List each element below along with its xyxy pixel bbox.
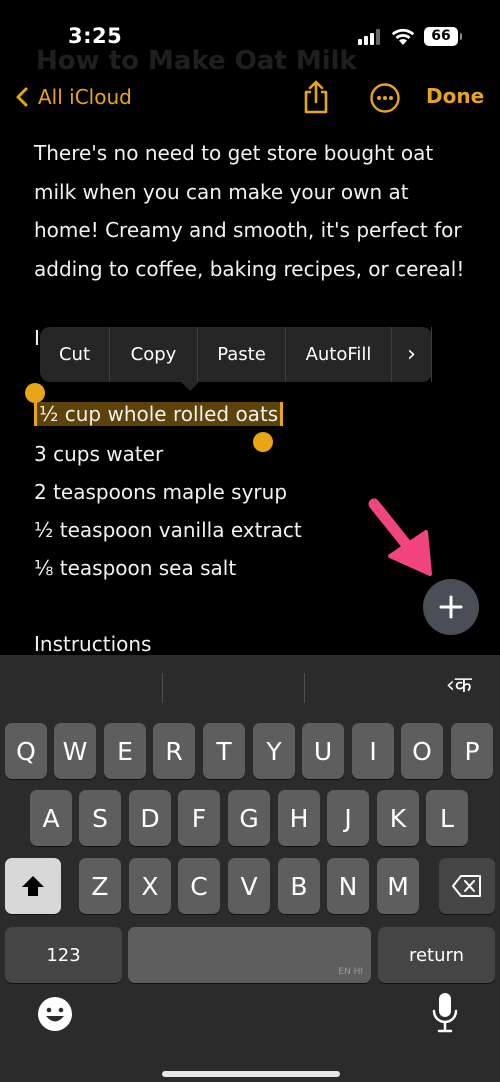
- key-w[interactable]: W: [54, 723, 96, 779]
- add-button[interactable]: [423, 579, 479, 635]
- return-key[interactable]: return: [378, 927, 495, 983]
- ingredient-line[interactable]: 3 cups water: [34, 442, 163, 466]
- keyboard: ‹क Q W E R T Y U I O P A S D F G H J K L…: [0, 655, 500, 1082]
- cellular-signal-icon: [358, 29, 382, 45]
- ingredient-line[interactable]: 2 teaspoons maple syrup: [34, 480, 287, 504]
- done-button[interactable]: Done: [426, 84, 484, 108]
- copy-button[interactable]: Copy: [110, 327, 198, 382]
- home-indicator[interactable]: [162, 1071, 340, 1077]
- key-l[interactable]: L: [426, 790, 468, 846]
- key-p[interactable]: P: [451, 723, 493, 779]
- microphone-icon[interactable]: [430, 991, 460, 1035]
- key-t[interactable]: T: [203, 723, 245, 779]
- key-a[interactable]: A: [30, 790, 72, 846]
- key-o[interactable]: O: [401, 723, 443, 779]
- pointing-arrow-icon: [368, 498, 432, 576]
- key-n[interactable]: N: [327, 858, 369, 914]
- suggestion-item[interactable]: ‹क: [446, 669, 472, 699]
- key-x[interactable]: X: [129, 858, 171, 914]
- cut-button[interactable]: Cut: [40, 327, 110, 382]
- selection-end-handle[interactable]: [253, 432, 273, 452]
- note-title-ghost: How to Make Oat Milk: [36, 46, 357, 76]
- backspace-icon: [452, 875, 481, 897]
- key-m[interactable]: M: [377, 858, 419, 914]
- suggestion-divider: [162, 673, 163, 703]
- share-icon[interactable]: [300, 78, 332, 116]
- key-e[interactable]: E: [104, 723, 146, 779]
- key-u[interactable]: U: [302, 723, 344, 779]
- space-language-label: EN HI: [338, 967, 363, 977]
- numbers-key[interactable]: 123: [5, 927, 122, 983]
- selected-text[interactable]: ½ cup whole rolled oats: [34, 402, 284, 426]
- edit-menu-pointer: [180, 381, 200, 391]
- key-v[interactable]: V: [228, 858, 270, 914]
- key-k[interactable]: K: [377, 790, 419, 846]
- key-y[interactable]: Y: [253, 723, 295, 779]
- back-label: All iCloud: [38, 85, 132, 109]
- suggestion-bar: ‹क: [0, 655, 500, 717]
- selection-start-handle[interactable]: [25, 383, 45, 403]
- key-b[interactable]: B: [278, 858, 320, 914]
- key-z[interactable]: Z: [79, 858, 121, 914]
- key-q[interactable]: Q: [5, 723, 47, 779]
- shift-key[interactable]: [5, 858, 61, 914]
- chevron-left-icon: [16, 87, 28, 107]
- instructions-heading: Instructions: [34, 632, 152, 656]
- wifi-icon: [391, 28, 415, 45]
- key-g[interactable]: G: [228, 790, 270, 846]
- key-s[interactable]: S: [79, 790, 121, 846]
- key-f[interactable]: F: [178, 790, 220, 846]
- suggestion-divider: [304, 673, 305, 703]
- key-r[interactable]: R: [153, 723, 195, 779]
- paste-button[interactable]: Paste: [198, 327, 286, 382]
- menu-more-button[interactable]: ›: [392, 327, 432, 382]
- shift-arrow-icon: [22, 876, 44, 896]
- ingredient-line[interactable]: ⅛ teaspoon sea salt: [34, 556, 236, 580]
- ingredient-line-selected[interactable]: ½ cup whole rolled oats: [34, 402, 284, 426]
- key-d[interactable]: D: [129, 790, 171, 846]
- back-button[interactable]: All iCloud: [10, 82, 132, 112]
- battery-indicator: 66: [424, 27, 462, 46]
- key-c[interactable]: C: [178, 858, 220, 914]
- plus-icon: [439, 595, 463, 619]
- status-time: 3:25: [68, 24, 123, 48]
- space-bar[interactable]: EN HI: [128, 927, 371, 983]
- emoji-icon[interactable]: [36, 995, 74, 1033]
- key-h[interactable]: H: [278, 790, 320, 846]
- key-j[interactable]: J: [327, 790, 369, 846]
- more-options-icon[interactable]: [369, 82, 401, 114]
- delete-key[interactable]: [439, 858, 495, 914]
- ingredient-line[interactable]: ½ teaspoon vanilla extract: [34, 518, 302, 542]
- key-i[interactable]: I: [352, 723, 394, 779]
- edit-menu: Cut Copy Paste AutoFill ›: [40, 327, 432, 391]
- autofill-button[interactable]: AutoFill: [286, 327, 392, 382]
- note-intro-text[interactable]: There's no need to get store bought oat …: [34, 134, 474, 288]
